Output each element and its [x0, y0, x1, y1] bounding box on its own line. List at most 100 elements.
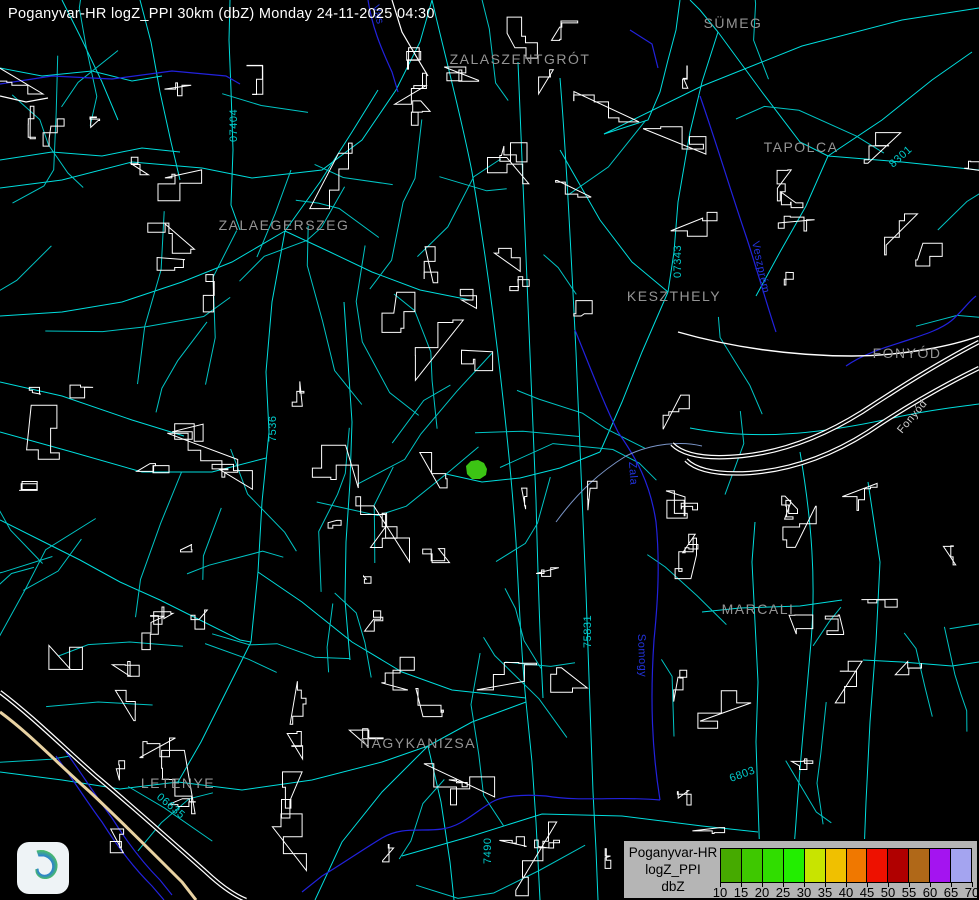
road-number-label: 7536 — [267, 416, 279, 442]
minor-road — [205, 644, 277, 673]
color-scale-legend: Poganyvar-HR logZ_PPI dbZ 10152025303540… — [622, 839, 979, 900]
settlement-outline — [290, 681, 306, 724]
settlement-outline — [449, 780, 467, 787]
settlement-outline — [675, 538, 696, 579]
settlement-outline — [212, 464, 252, 489]
minor-road — [356, 246, 419, 416]
settlement-outline — [165, 83, 192, 96]
settlement-outline — [131, 157, 148, 175]
shoreline-rail-network — [0, 0, 979, 900]
legend-tick-labels: 10152025303540455055606570 — [720, 885, 972, 899]
city-label: KESZTHELY — [627, 288, 721, 304]
city-label: LETENYE — [141, 775, 215, 791]
settlement-outline — [500, 143, 527, 162]
legend-tick-label: 55 — [902, 885, 916, 900]
settlement-outline — [588, 481, 597, 510]
minor-road — [23, 539, 81, 590]
settlement-outline — [148, 223, 195, 253]
settlement-outline — [677, 791, 691, 805]
legend-tick-label: 60 — [923, 885, 937, 900]
settlement-outline — [247, 65, 263, 94]
settlement-outline — [916, 243, 942, 266]
settlement-outline — [140, 738, 176, 758]
settlement-outline — [536, 568, 559, 577]
settlement-outline — [666, 491, 687, 518]
settlement-outline — [423, 549, 450, 563]
minor-road — [475, 431, 579, 436]
settlement-outline — [605, 849, 611, 869]
settlement-outline — [416, 689, 444, 717]
minor-road — [944, 627, 967, 732]
settlement-outline — [424, 247, 438, 283]
settlement-outline — [27, 405, 60, 459]
settlement-outline — [424, 764, 495, 805]
settlement-outline — [415, 320, 463, 380]
city-label: ZALASZENTGRÓT — [450, 51, 591, 67]
county-label: Veszprém — [749, 240, 772, 294]
radar-echo — [466, 460, 487, 479]
legend-swatch — [742, 849, 763, 882]
minor-road — [0, 557, 52, 582]
settlement-outline — [674, 670, 687, 701]
settlement-outline — [383, 845, 394, 862]
river-label: Zala — [626, 461, 640, 486]
legend-swatch — [930, 849, 951, 882]
minor-road — [647, 555, 726, 625]
settlement-outline — [643, 127, 706, 154]
minor-road — [399, 780, 444, 860]
legend-station-name: Poganyvar-HR — [626, 844, 720, 861]
settlement-outline — [365, 611, 383, 631]
minor-road — [718, 317, 762, 414]
settlement-outline — [551, 668, 588, 693]
radar-display: SÜMEG ZALASZENTGRÓT TAPOLCA ZALAEGERSZEG… — [0, 0, 979, 900]
settlement-outline — [522, 488, 527, 509]
road-number-label: 07404 — [228, 109, 240, 142]
minor-road — [203, 508, 222, 580]
settlement-outline — [574, 92, 639, 122]
legend-swatch — [763, 849, 784, 882]
minor-road — [187, 551, 283, 574]
spiral-logo-icon — [21, 846, 65, 890]
settlement-outline — [552, 21, 578, 40]
settlement-outline — [272, 814, 306, 871]
road-number-label: 07343 — [672, 245, 684, 278]
settlement-outline — [789, 615, 813, 634]
settlement-outline — [287, 732, 302, 760]
minor-road — [327, 604, 333, 673]
settlement-outline — [462, 350, 493, 370]
settlement-outline — [356, 497, 410, 562]
settlement-outline — [671, 212, 717, 236]
legend-text-block: Poganyvar-HR logZ_PPI dbZ — [626, 844, 720, 895]
legend-tick-label: 50 — [881, 885, 895, 900]
city-label: TAPOLCA — [764, 139, 839, 155]
legend-tick-label: 40 — [839, 885, 853, 900]
road-number-label: 75831 — [582, 615, 594, 648]
settlement-outline — [28, 106, 35, 139]
page-title: Poganyvar-HR logZ_PPI 30km (dbZ) Monday … — [8, 6, 435, 22]
legend-swatch — [805, 849, 826, 882]
settlement-outline — [698, 691, 751, 729]
minor-road — [315, 164, 393, 184]
city-label: FONYÓD — [873, 345, 942, 361]
minor-road — [817, 702, 826, 824]
settlement-outline — [784, 272, 793, 285]
area-labels: Vas Veszprém Zala Somogy Fonyód — [369, 4, 930, 678]
minor-road — [257, 170, 291, 257]
minor-road — [0, 246, 51, 294]
legend-product-name: logZ_PPI — [626, 861, 720, 878]
legend-tick-label: 30 — [797, 885, 811, 900]
settlement-outline — [167, 433, 237, 477]
minor-road — [916, 315, 979, 326]
minor-road — [317, 447, 479, 516]
legend-tick-label: 65 — [944, 885, 958, 900]
settlement-outline — [203, 275, 214, 312]
legend-tick-label: 70 — [965, 885, 979, 900]
road-number-label: 6803 — [728, 764, 757, 784]
river-boundary-network — [0, 0, 976, 900]
legend-tick-label: 25 — [776, 885, 790, 900]
minor-road — [725, 411, 744, 495]
minor-road — [59, 642, 183, 656]
minor-road — [496, 477, 550, 561]
city-label: MARCALI — [722, 601, 795, 617]
minor-road — [370, 120, 422, 290]
